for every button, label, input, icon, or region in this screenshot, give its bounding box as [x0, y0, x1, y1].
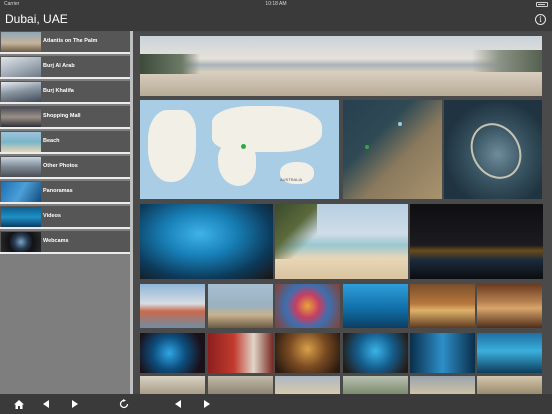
lobby-photo[interactable]: [410, 284, 475, 328]
sidebar-item-label: Other Photos: [43, 163, 78, 169]
sidebar-item-label: Videos: [43, 213, 61, 219]
atlantis-thumbnail: [1, 32, 41, 52]
webcams-thumbnail: [1, 232, 41, 252]
burj-al-arab-thumbnail: [1, 57, 41, 77]
tunnel-photo[interactable]: [410, 333, 475, 373]
world-map[interactable]: AUSTRALIA: [140, 100, 339, 199]
panorama-photo[interactable]: [140, 36, 542, 96]
continent-americas: [148, 110, 196, 182]
garden-photo[interactable]: [343, 376, 408, 394]
night-pool-photo[interactable]: [410, 204, 543, 279]
arch-photo[interactable]: [140, 376, 205, 394]
videos-thumbnail: [1, 207, 41, 227]
shopping-mall-thumbnail: [1, 107, 41, 127]
map-marker: [398, 122, 402, 126]
page-forward-icon[interactable]: [199, 394, 215, 414]
terrace-photo[interactable]: [410, 376, 475, 394]
sidebar-item-webcams[interactable]: Webcams: [0, 231, 130, 254]
map-country-label: AUSTRALIA: [280, 177, 303, 182]
satellite-map-dubai[interactable]: [343, 100, 442, 199]
underwater-photo[interactable]: [343, 284, 408, 328]
burj-khalifa-thumbnail: [1, 82, 41, 102]
sidebar-item-label: Webcams: [43, 238, 69, 244]
photo-gallery: AUSTRALIA: [133, 31, 552, 394]
tank-photo[interactable]: [343, 333, 408, 373]
title-bar: Dubai, UAE i: [0, 9, 552, 31]
back-arrow-icon[interactable]: [38, 394, 54, 414]
aquarium-window-photo[interactable]: [140, 333, 205, 373]
forward-arrow-icon[interactable]: [67, 394, 83, 414]
sidebar-item-label: Beach: [43, 138, 60, 144]
page-back-icon[interactable]: [170, 394, 186, 414]
sidebar-item-label: Shopping Mall: [43, 113, 81, 119]
dome-photo[interactable]: [275, 333, 340, 373]
aquarium-photo[interactable]: [140, 204, 273, 279]
sidebar-item-beach[interactable]: Beach: [0, 131, 130, 154]
bottom-toolbar: [0, 394, 552, 414]
battery-icon: [536, 2, 548, 7]
continent-africa: [218, 142, 256, 186]
walkway-photo[interactable]: [477, 376, 542, 394]
sidebar-item-burj-khalifa[interactable]: Burj Khalifa: [0, 81, 130, 104]
beach-thumbnail: [1, 132, 41, 152]
palm-silhouette-left: [140, 54, 200, 74]
home-icon[interactable]: [11, 394, 27, 414]
lagoon-photo[interactable]: [477, 333, 542, 373]
clock: 10:18 AM: [265, 1, 287, 7]
location-marker: [241, 144, 246, 149]
facade-photo[interactable]: [275, 376, 340, 394]
courtyard-photo[interactable]: [208, 376, 273, 394]
sidebar-item-videos[interactable]: Videos: [0, 206, 130, 229]
resort-photo[interactable]: [140, 284, 205, 328]
sidebar-item-label: Burj Khalifa: [43, 88, 74, 94]
panoramas-thumbnail: [1, 182, 41, 202]
sea-view-photo[interactable]: [208, 284, 273, 328]
red-interior-photo[interactable]: [208, 333, 273, 373]
info-icon[interactable]: i: [535, 14, 546, 25]
satellite-map-palm[interactable]: [444, 100, 542, 199]
beach-palm-photo[interactable]: [275, 204, 408, 279]
palm-frond: [275, 204, 317, 259]
refresh-icon[interactable]: [116, 394, 132, 414]
palm-island-shape: [460, 113, 532, 189]
skyline-right: [472, 50, 542, 72]
sidebar-item-other-photos[interactable]: Other Photos: [0, 156, 130, 179]
sidebar-item-burj-al-arab[interactable]: Burj Al Arab: [0, 56, 130, 79]
mosaic-photo[interactable]: [275, 284, 340, 328]
sidebar-item-atlantis[interactable]: Atlantis on The Palm: [0, 31, 130, 54]
sidebar-item-label: Panoramas: [43, 188, 73, 194]
hall-photo[interactable]: [477, 284, 542, 328]
page-title: Dubai, UAE: [5, 12, 68, 26]
sidebar-item-label: Burj Al Arab: [43, 63, 75, 69]
sidebar-item-label: Atlantis on The Palm: [43, 38, 98, 44]
sidebar: Atlantis on The Palm Burj Al Arab Burj K…: [0, 31, 130, 394]
sidebar-item-panoramas[interactable]: Panoramas: [0, 181, 130, 204]
sidebar-item-shopping-mall[interactable]: Shopping Mall: [0, 106, 130, 129]
status-bar: Carrier 10:18 AM: [0, 0, 552, 9]
other-photos-thumbnail: [1, 157, 41, 177]
map-marker: [365, 145, 369, 149]
